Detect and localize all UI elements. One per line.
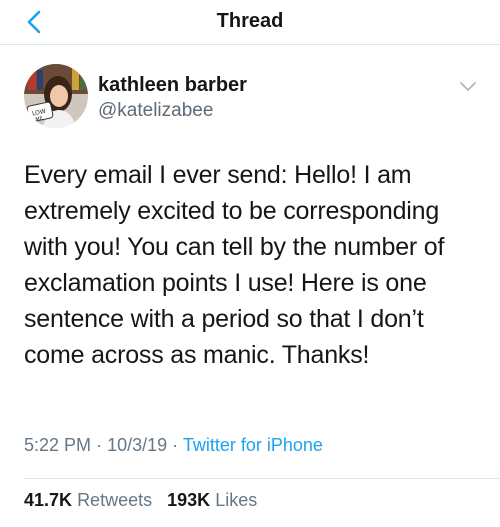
retweets-count: 41.7K bbox=[24, 490, 73, 510]
likes-stat[interactable]: 193K Likes bbox=[167, 490, 257, 510]
tweet-meta: 5:22 PM · 10/3/19 · Twitter for iPhone bbox=[24, 435, 323, 456]
nav-bar: Thread bbox=[0, 0, 500, 45]
avatar[interactable]: LOW ME bbox=[24, 64, 88, 128]
likes-label: Likes bbox=[215, 490, 258, 510]
meta-separator: · bbox=[172, 435, 179, 455]
tweet-date: 10/3/19 bbox=[107, 435, 168, 455]
page-title: Thread bbox=[216, 10, 284, 32]
author-handle[interactable]: @katelizabee bbox=[98, 100, 213, 122]
tweet-text: Every email I ever send: Hello! I am ext… bbox=[24, 161, 445, 369]
tweet-time: 5:22 PM bbox=[24, 435, 92, 455]
tweet-source-link[interactable]: Twitter for iPhone bbox=[183, 435, 323, 455]
retweets-label: Retweets bbox=[77, 490, 153, 510]
avatar-image: LOW ME bbox=[24, 64, 88, 128]
author-name[interactable]: kathleen barber bbox=[98, 74, 247, 97]
meta-separator: · bbox=[96, 435, 103, 455]
tweet-stats: 41.7K Retweets 193K Likes bbox=[24, 490, 257, 511]
retweets-stat[interactable]: 41.7K Retweets bbox=[24, 490, 157, 510]
divider bbox=[24, 478, 500, 479]
likes-count: 193K bbox=[167, 490, 211, 510]
chevron-down-icon bbox=[460, 82, 476, 91]
tweet-options-button[interactable] bbox=[458, 80, 478, 94]
